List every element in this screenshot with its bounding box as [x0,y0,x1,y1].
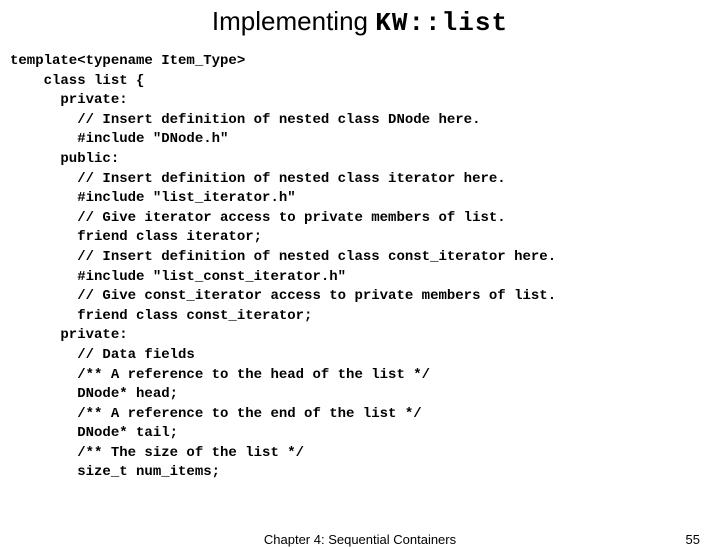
code-line: public: [10,150,720,170]
code-line: // Give const_iterator access to private… [10,287,720,307]
slide-title: Implementing KW::list [0,6,720,38]
code-line: // Insert definition of nested class ite… [10,170,720,190]
code-line: // Data fields [10,346,720,366]
code-line: private: [10,326,720,346]
code-line: friend class const_iterator; [10,307,720,327]
code-line: // Insert definition of nested class DNo… [10,111,720,131]
code-line: friend class iterator; [10,228,720,248]
code-line: // Give iterator access to private membe… [10,209,720,229]
code-line: class list { [10,72,720,92]
title-code: KW::list [375,8,508,38]
code-line: #include "DNode.h" [10,130,720,150]
code-line: // Insert definition of nested class con… [10,248,720,268]
code-line: #include "list_const_iterator.h" [10,268,720,288]
title-text: Implementing [212,6,375,36]
code-line: #include "list_iterator.h" [10,189,720,209]
code-line: /** The size of the list */ [10,444,720,464]
code-line: size_t num_items; [10,463,720,483]
code-line: template<typename Item_Type> [10,52,720,72]
code-line: /** A reference to the head of the list … [10,366,720,386]
code-line: /** A reference to the end of the list *… [10,405,720,425]
code-line: DNode* head; [10,385,720,405]
code-line: DNode* tail; [10,424,720,444]
code-line: private: [10,91,720,111]
code-block: template<typename Item_Type> class list … [0,52,720,483]
